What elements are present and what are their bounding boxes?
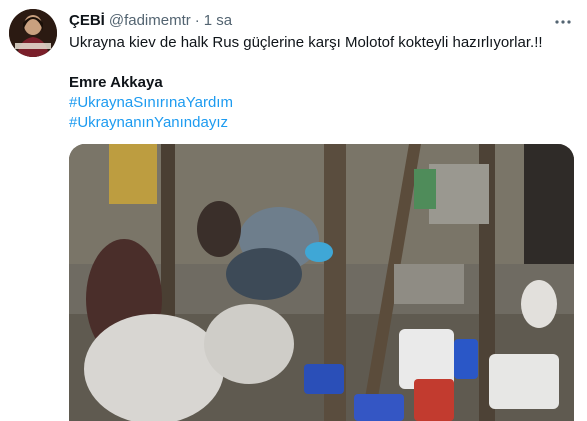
tweet-header: ÇEBİ @fadimemtr · 1 sa: [69, 11, 232, 31]
tweet-card[interactable]: ÇEBİ @fadimemtr · 1 sa Ukrayna kiev de h…: [0, 0, 587, 421]
user-handle[interactable]: @fadimemtr: [109, 11, 191, 31]
author-line: Emre Akkaya: [69, 74, 163, 91]
display-name[interactable]: ÇEBİ: [69, 11, 105, 31]
avatar[interactable]: [9, 9, 57, 57]
timestamp[interactable]: 1 sa: [204, 11, 232, 31]
tweet-text: Ukrayna kiev de halk Rus güçlerine karşı…: [69, 33, 569, 133]
tweet-video[interactable]: [69, 144, 574, 421]
video-frame: [69, 144, 574, 421]
hashtag-link[interactable]: #UkraynanınYanındayız: [69, 113, 569, 133]
separator-dot: ·: [194, 12, 200, 29]
tweet-sentence: Ukrayna kiev de halk Rus güçlerine karşı…: [69, 34, 543, 51]
hashtag-link[interactable]: #UkraynaSınırınaYardım: [69, 93, 569, 113]
more-options-button[interactable]: [553, 12, 573, 32]
more-horizontal-icon: [555, 20, 571, 24]
avatar-image: [9, 9, 57, 57]
